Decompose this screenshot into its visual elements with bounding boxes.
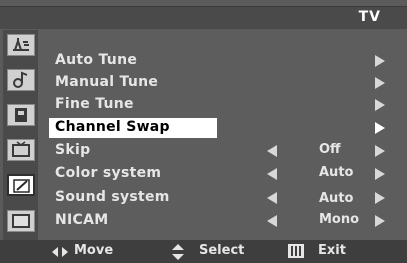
menu-item-channel-swap[interactable]: Channel Swap [49,118,403,138]
up-down-arrows-icon [172,244,184,260]
arrow-right-icon [375,77,385,89]
menu-button-icon [288,244,304,258]
tv-osd-screen: TV Auto Tune Manual Tune Fine Tune Chann… [0,0,407,263]
channel-menu: Auto Tune Manual Tune Fine Tune Channel … [38,30,407,240]
arrow-right-icon [375,55,385,67]
menu-item-label: Manual Tune [55,74,159,90]
screen-icon[interactable] [7,210,35,232]
menu-item-label: Channel Swap [55,119,170,135]
pencil-icon[interactable] [7,174,35,196]
move-hint: Move [74,243,114,258]
title-bar: TV [0,6,407,29]
help-bar: Move Select Exit [0,240,407,263]
menu-item-skip[interactable]: Skip Off [49,141,403,161]
menu-item-value: Off [319,142,341,157]
menu-item-manual-tune[interactable]: Manual Tune [49,73,403,93]
arrow-left-icon[interactable] [267,192,277,204]
menu-item-label: Sound system [55,189,170,205]
left-right-arrows-icon [52,247,68,257]
arrow-right-icon[interactable] [375,215,385,227]
menu-item-label: Auto Tune [55,52,138,68]
arrow-left-icon[interactable] [267,168,277,180]
arrow-right-icon[interactable] [375,145,385,157]
menu-item-auto-tune[interactable]: Auto Tune [49,51,403,71]
menu-item-label: Color system [55,165,162,181]
arrow-right-icon[interactable] [375,168,385,180]
menu-item-color-system[interactable]: Color system Auto [49,164,403,184]
menu-category-sidebar [3,30,38,240]
menu-item-sound-system[interactable]: Sound system Auto [49,188,403,208]
menu-item-label: Fine Tune [55,96,134,112]
menu-item-value: Mono [319,212,360,227]
tv-input-icon[interactable] [7,139,35,161]
arrow-right-icon[interactable] [375,192,385,204]
clock-icon[interactable] [7,104,35,126]
arrow-left-icon[interactable] [267,145,277,157]
menu-item-value: Auto [319,191,354,206]
select-hint: Select [199,243,245,258]
menu-item-value: Auto [319,165,354,180]
menu-title: TV [358,9,381,25]
menu-item-fine-tune[interactable]: Fine Tune [49,95,403,115]
arrow-left-icon[interactable] [267,215,277,227]
menu-item-label: NICAM [55,212,109,228]
antenna-icon[interactable] [7,34,35,56]
exit-hint: Exit [318,243,346,258]
menu-item-label: Skip [55,142,91,158]
arrow-right-icon [375,122,385,134]
menu-item-nicam[interactable]: NICAM Mono [49,211,403,231]
audio-note-icon[interactable] [7,69,35,91]
arrow-right-icon [375,99,385,111]
